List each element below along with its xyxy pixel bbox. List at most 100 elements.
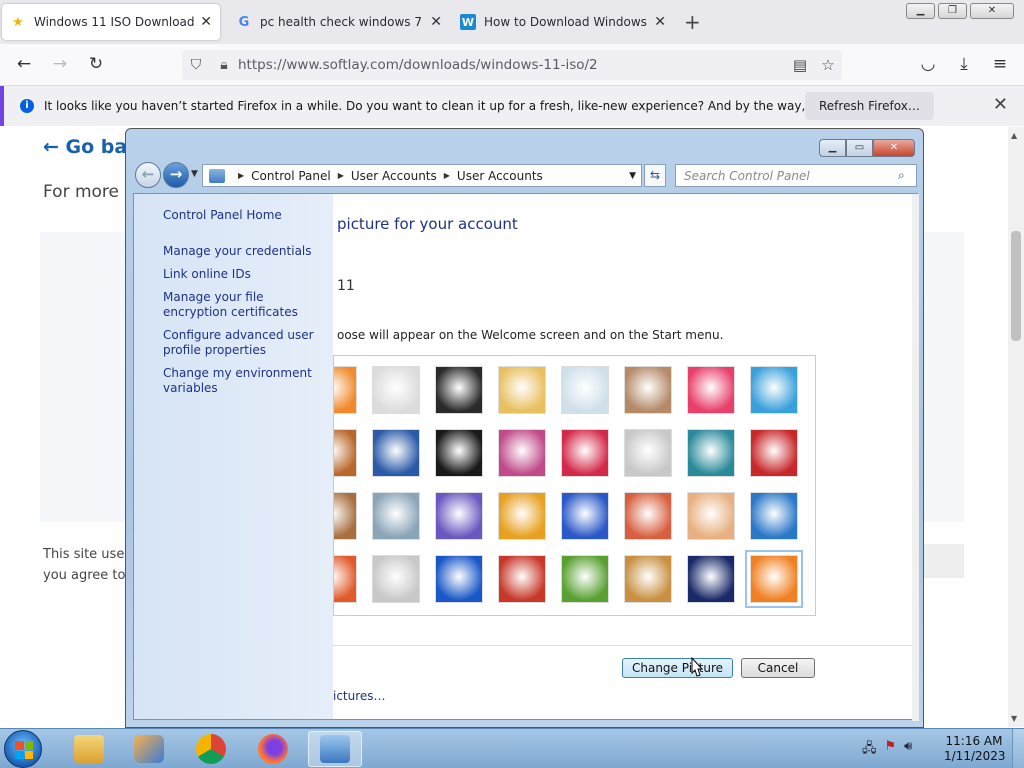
refresh-icon[interactable]: ⇆ <box>644 164 666 187</box>
sidebar-item-manage-credentials[interactable]: Manage your credentials <box>163 244 328 259</box>
account-picture-tile[interactable] <box>624 492 672 540</box>
tab-title: How to Download Windows 11 <box>484 15 649 29</box>
cancel-button[interactable]: Cancel <box>741 658 815 678</box>
tab-how-to-download[interactable]: W How to Download Windows 11 ✕ <box>452 4 674 40</box>
account-picture-tile[interactable] <box>498 492 546 540</box>
account-picture-tile[interactable] <box>372 555 420 603</box>
scroll-up-icon[interactable]: ▲ <box>1011 131 1017 140</box>
close-tab-icon[interactable]: ✕ <box>200 14 212 30</box>
restore-button[interactable]: ❐ <box>938 3 967 19</box>
close-icon[interactable]: ✕ <box>993 94 1008 115</box>
account-picture-tile[interactable] <box>750 429 798 477</box>
close-button[interactable]: ✕ <box>873 139 915 157</box>
account-picture-tile[interactable] <box>435 429 483 477</box>
account-picture-tile[interactable] <box>498 429 546 477</box>
maximize-button[interactable]: ▭ <box>846 139 873 157</box>
account-picture-tile[interactable] <box>624 366 672 414</box>
scroll-down-icon[interactable]: ▼ <box>1011 714 1017 723</box>
close-tab-icon[interactable]: ✕ <box>654 14 666 30</box>
account-picture-tile[interactable] <box>750 366 798 414</box>
tab-pc-health-check[interactable]: G pc health check windows 7 - Go ✕ <box>228 4 450 40</box>
pocket-icon[interactable]: ◡ <box>916 54 940 74</box>
account-picture-tile[interactable] <box>372 492 420 540</box>
breadcrumb-arrow-icon[interactable]: ▶ <box>444 171 450 180</box>
forward-arrow-icon[interactable]: → <box>48 54 72 74</box>
refresh-firefox-button[interactable]: Refresh Firefox… <box>805 92 934 120</box>
search-placeholder[interactable]: Search Control Panel <box>676 169 898 183</box>
account-picture-tile[interactable] <box>561 366 609 414</box>
lock-icon[interactable]: 🔒︎ <box>210 57 238 73</box>
downloads-icon[interactable]: ⤓ <box>952 54 976 74</box>
account-picture-tile[interactable] <box>687 492 735 540</box>
account-picture-tile[interactable] <box>687 555 735 603</box>
menu-icon[interactable]: ≡ <box>988 54 1012 74</box>
account-picture-tile[interactable] <box>372 366 420 414</box>
breadcrumb-control-panel[interactable]: Control Panel <box>251 169 331 183</box>
account-picture-tile[interactable] <box>561 429 609 477</box>
scroll-thumb[interactable] <box>1011 231 1021 341</box>
account-picture-tile[interactable] <box>334 555 357 603</box>
reader-view-icon[interactable]: ▤ <box>786 56 814 74</box>
sidebar-item-link-online-ids[interactable]: Link online IDs <box>163 267 328 282</box>
forward-arrow-icon[interactable]: → <box>163 162 189 188</box>
account-picture-tile[interactable] <box>750 492 798 540</box>
volume-icon[interactable]: 🔊︎ <box>904 739 912 761</box>
url-text[interactable]: https://www.softlay.com/downloads/window… <box>238 57 786 73</box>
account-picture-tile[interactable] <box>561 555 609 603</box>
taskbar-explorer[interactable] <box>62 731 116 767</box>
page-scrollbar[interactable]: ▲ ▼ <box>1008 127 1024 727</box>
account-picture-tile[interactable] <box>498 555 546 603</box>
close-tab-icon[interactable]: ✕ <box>430 14 442 30</box>
taskbar-firefox[interactable] <box>246 731 300 767</box>
url-bar[interactable]: ⛉ 🔒︎ https://www.softlay.com/downloads/w… <box>182 50 842 80</box>
search-input[interactable]: Search Control Panel ⌕ <box>675 164 917 187</box>
taskbar-control-panel[interactable] <box>308 731 362 767</box>
chevron-down-icon[interactable]: ▼ <box>629 171 636 181</box>
change-picture-button[interactable]: Change Picture <box>622 658 733 678</box>
recent-pages-dropdown-icon[interactable]: ▼ <box>191 169 198 179</box>
account-picture-tile[interactable] <box>435 366 483 414</box>
sidebar-item-control-panel-home[interactable]: Control Panel Home <box>163 208 328 223</box>
back-arrow-icon[interactable]: ← <box>135 162 161 188</box>
account-picture-tile[interactable] <box>687 429 735 477</box>
taskbar-chrome[interactable] <box>184 731 238 767</box>
clock[interactable]: 11:16 AM 1/11/2023 <box>944 734 1006 764</box>
account-picture-tile[interactable] <box>745 550 803 608</box>
sidebar-item-advanced-profile[interactable]: Configure advanced user profile properti… <box>163 328 328 358</box>
account-picture-tile[interactable] <box>435 492 483 540</box>
account-picture-tile[interactable] <box>435 555 483 603</box>
cp-scrollbar[interactable] <box>912 194 919 721</box>
new-tab-button[interactable]: + <box>684 10 701 34</box>
breadcrumb-arrow-icon[interactable]: ▶ <box>338 171 344 180</box>
reload-icon[interactable]: ↻ <box>84 54 108 74</box>
breadcrumb-arrow-icon[interactable]: ▶ <box>238 171 244 180</box>
action-center-flag-icon[interactable]: ⚑ <box>885 739 897 761</box>
network-icon[interactable]: 🖧︎ <box>862 739 877 761</box>
start-button[interactable] <box>4 730 42 768</box>
account-picture-tile[interactable] <box>334 429 357 477</box>
show-desktop-button[interactable] <box>1012 729 1024 768</box>
search-icon[interactable]: ⌕ <box>898 168 916 183</box>
sidebar-item-file-encryption[interactable]: Manage your file encryption certificates <box>163 290 328 320</box>
close-button[interactable]: ✕ <box>970 3 1014 19</box>
account-picture-tile[interactable] <box>498 366 546 414</box>
account-picture-tile[interactable] <box>334 492 357 540</box>
bookmark-star-icon[interactable]: ☆ <box>814 56 842 74</box>
browse-pictures-link[interactable]: ictures… <box>333 689 386 703</box>
tab-windows11-iso[interactable]: ★ Windows 11 ISO Download 32/6 ✕ <box>2 4 220 40</box>
minimize-button[interactable]: ▁ <box>906 3 935 19</box>
back-arrow-icon[interactable]: ← <box>12 54 36 74</box>
breadcrumb-user-accounts-current[interactable]: User Accounts <box>457 169 543 183</box>
account-picture-tile[interactable] <box>372 429 420 477</box>
account-picture-tile[interactable] <box>561 492 609 540</box>
taskbar-media-player[interactable] <box>122 731 176 767</box>
minimize-button[interactable]: ▁ <box>819 139 846 157</box>
address-bar[interactable]: ▶ Control Panel ▶ User Accounts ▶ User A… <box>202 164 642 187</box>
account-picture-tile[interactable] <box>334 366 357 414</box>
breadcrumb-user-accounts[interactable]: User Accounts <box>351 169 437 183</box>
sidebar-item-environment-variables[interactable]: Change my environment variables <box>163 366 328 396</box>
account-picture-tile[interactable] <box>624 429 672 477</box>
shield-icon[interactable]: ⛉ <box>182 57 210 73</box>
account-picture-tile[interactable] <box>687 366 735 414</box>
account-picture-tile[interactable] <box>624 555 672 603</box>
